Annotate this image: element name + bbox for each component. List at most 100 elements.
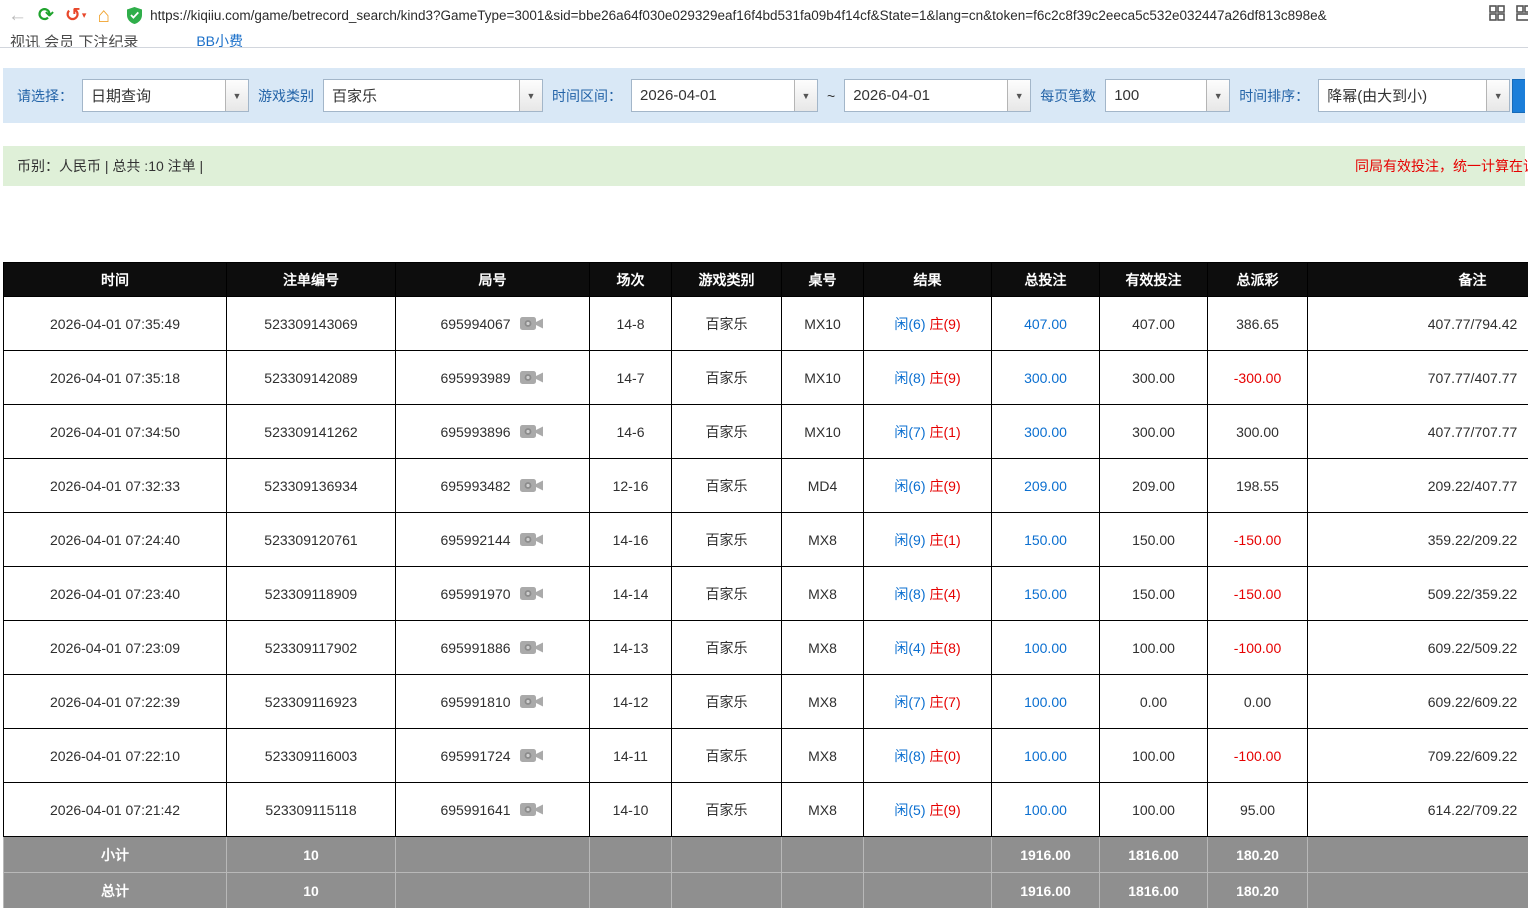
table-row: 2026-04-01 07:22:10523309116003695991724… xyxy=(4,729,1528,783)
date-to-input[interactable] xyxy=(845,80,1007,111)
undo-group: ↺ ▾ xyxy=(65,6,86,25)
sort-dropdown-button[interactable]: ▼ xyxy=(1486,80,1509,111)
query-type-input[interactable] xyxy=(83,80,225,111)
banker-result: 庄(9) xyxy=(930,802,961,818)
table-no-cell: MX8 xyxy=(782,783,864,837)
tab-bb-tip[interactable]: BB小费 xyxy=(196,30,243,47)
payout-cell: -150.00 xyxy=(1208,567,1308,621)
player-result: 闲(7) xyxy=(894,424,925,440)
table-no-cell: MX10 xyxy=(782,351,864,405)
date-to-combobox: ▼ xyxy=(844,79,1031,112)
video-replay-icon[interactable] xyxy=(519,367,545,389)
valid-bet-cell: 100.00 xyxy=(1100,729,1208,783)
table-no-cell: MX8 xyxy=(782,675,864,729)
player-result: 闲(4) xyxy=(894,640,925,656)
banker-result: 庄(8) xyxy=(930,640,961,656)
player-result: 闲(8) xyxy=(894,370,925,386)
page-size-input[interactable] xyxy=(1106,80,1206,111)
table-no-cell: MX8 xyxy=(782,567,864,621)
player-result: 闲(8) xyxy=(894,748,925,764)
banker-result: 庄(1) xyxy=(930,532,961,548)
game-type-cell: 百家乐 xyxy=(672,729,782,783)
page-size-dropdown-button[interactable]: ▼ xyxy=(1206,80,1229,111)
video-replay-icon[interactable] xyxy=(519,745,545,767)
bet-id-cell: 523309120761 xyxy=(227,513,396,567)
video-replay-icon[interactable] xyxy=(519,529,545,551)
table-row: 2026-04-01 07:34:50523309141262695993896… xyxy=(4,405,1528,459)
query-type-dropdown-button[interactable]: ▼ xyxy=(225,80,248,111)
chevron-down-icon: ▼ xyxy=(233,91,242,101)
filter-bar: 请选择： ▼ 游戏类别 ▼ 时间区间： ▼ ~ ▼ 每页笔数 ▼ 时间排序： ▼… xyxy=(3,68,1525,123)
session-cell: 14-8 xyxy=(590,297,672,351)
security-shield-icon xyxy=(127,7,142,24)
session-cell: 14-7 xyxy=(590,351,672,405)
sort-input[interactable] xyxy=(1319,80,1486,111)
banker-result: 庄(9) xyxy=(930,478,961,494)
subtotal-time-cell: 小计 xyxy=(4,837,227,873)
valid-bet-cell: 300.00 xyxy=(1100,405,1208,459)
round-cell: 695991724 xyxy=(396,729,590,783)
undo-icon[interactable]: ↺ xyxy=(65,6,81,25)
column-header-9: 总派彩 xyxy=(1208,263,1308,297)
round-cell: 695993482 xyxy=(396,459,590,513)
table-no-cell: MX8 xyxy=(782,729,864,783)
extensions-grid-icon[interactable] xyxy=(1489,5,1505,26)
bet-id-cell: 523309116003 xyxy=(227,729,396,783)
video-replay-icon[interactable] xyxy=(519,421,545,443)
sort-label: 时间排序： xyxy=(1239,86,1309,106)
round-cell: 695991970 xyxy=(396,567,590,621)
result-cell: 闲(6) 庄(9) xyxy=(864,459,992,513)
bet-id-cell: 523309142089 xyxy=(227,351,396,405)
undo-dropdown-icon[interactable]: ▾ xyxy=(82,10,87,21)
date-from-dropdown-button[interactable]: ▼ xyxy=(794,80,817,111)
banker-result: 庄(9) xyxy=(930,316,961,332)
total-bet-cell: 100.00 xyxy=(992,729,1100,783)
game-type-input[interactable] xyxy=(324,80,519,111)
refresh-icon[interactable]: ⟳ xyxy=(38,6,54,25)
video-replay-icon[interactable] xyxy=(519,691,545,713)
banker-result: 庄(9) xyxy=(930,370,961,386)
search-button[interactable]: 查询 xyxy=(1512,79,1525,113)
summary-currency-count: 币别：人民币 | 总共 :10 注单 | xyxy=(3,156,203,176)
remark-cell: 609.22/609.22 xyxy=(1308,675,1528,729)
table-row: 2026-04-01 07:22:39523309116923695991810… xyxy=(4,675,1528,729)
video-replay-icon[interactable] xyxy=(519,313,545,335)
date-from-input[interactable] xyxy=(632,80,794,111)
remark-cell: 359.22/209.22 xyxy=(1308,513,1528,567)
game-type-dropdown-button[interactable]: ▼ xyxy=(519,80,542,111)
total-bet-cell: 209.00 xyxy=(992,459,1100,513)
select-label: 请选择： xyxy=(17,86,73,106)
video-replay-icon[interactable] xyxy=(519,637,545,659)
breadcrumb: 视讯 会员 下注纪录 xyxy=(10,30,138,47)
player-result: 闲(6) xyxy=(894,478,925,494)
back-icon[interactable]: ← xyxy=(8,6,27,25)
bet-id-cell: 523309118909 xyxy=(227,567,396,621)
home-icon[interactable]: ⌂ xyxy=(97,5,110,26)
total-bet-cell: 150.00 xyxy=(992,513,1100,567)
video-replay-icon[interactable] xyxy=(519,583,545,605)
browser-toolbar: ← ⟳ ↺ ▾ ⌂ https://kiqiiu.com/game/betrec… xyxy=(0,0,1528,30)
result-cell: 闲(7)庄(1) xyxy=(864,405,992,459)
player-result: 闲(6) xyxy=(894,316,925,332)
result-cell: 闲(6) 庄(9) xyxy=(864,297,992,351)
column-header-4: 游戏类别 xyxy=(672,263,782,297)
subtotal-remark-cell xyxy=(1308,837,1528,873)
date-to-dropdown-button[interactable]: ▼ xyxy=(1007,80,1030,111)
round-cell: 695991886 xyxy=(396,621,590,675)
subtotal-bet-id-cell: 10 xyxy=(227,837,396,873)
round-id: 695991641 xyxy=(440,802,510,818)
url-bar[interactable]: https://kiqiiu.com/game/betrecord_search… xyxy=(121,2,1478,28)
video-replay-icon[interactable] xyxy=(519,475,545,497)
payout-cell: -100.00 xyxy=(1208,621,1308,675)
session-cell: 12-16 xyxy=(590,459,672,513)
more-tools-icon[interactable] xyxy=(1516,5,1528,26)
total-payout-cell: 180.20 xyxy=(1208,873,1308,908)
table-no-cell: MD4 xyxy=(782,459,864,513)
total-game-type-cell xyxy=(672,873,782,908)
total-row: 总计101916.001816.00180.20 xyxy=(4,873,1528,908)
range-tilde: ~ xyxy=(827,88,835,104)
banker-result: 庄(0) xyxy=(930,748,961,764)
url-text[interactable]: https://kiqiiu.com/game/betrecord_search… xyxy=(150,8,1327,23)
page-size-combobox: ▼ xyxy=(1105,79,1230,112)
video-replay-icon[interactable] xyxy=(519,799,545,821)
